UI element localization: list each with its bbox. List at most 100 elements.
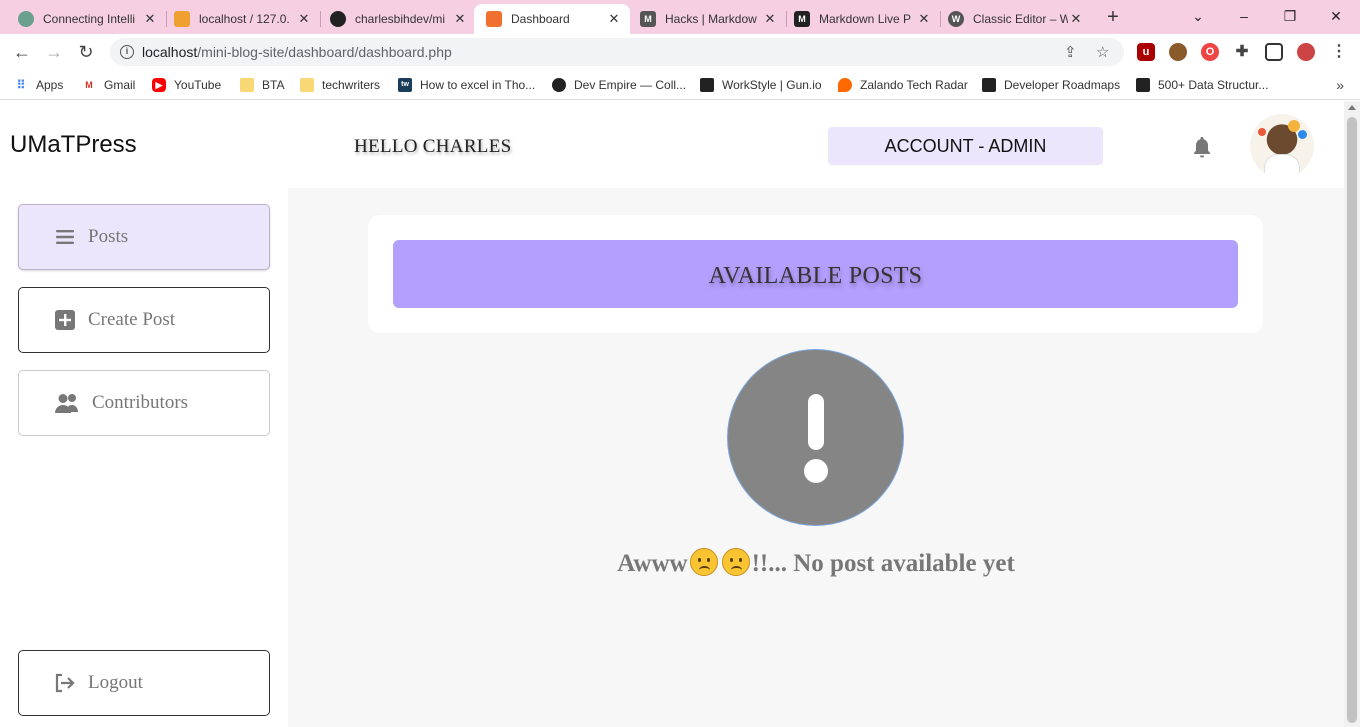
opera-icon[interactable]: O <box>1201 43 1219 61</box>
medium-icon <box>1136 78 1150 92</box>
tab-search-icon[interactable]: ⌄ <box>1178 4 1218 28</box>
bookmark-item[interactable]: M Gmail <box>82 76 135 94</box>
close-icon[interactable]: ✕ <box>296 11 312 27</box>
bookmarks-overflow-icon[interactable]: » <box>1336 77 1344 93</box>
bookmark-item[interactable]: Zalando Tech Radar <box>838 76 968 94</box>
youtube-icon: ▶ <box>152 78 166 92</box>
users-icon <box>54 392 80 414</box>
close-icon[interactable]: ✕ <box>916 11 932 27</box>
browser-tab-title: Hacks | Markdow <box>665 12 757 26</box>
exclamation-dot <box>804 459 828 483</box>
roadmap-icon <box>982 78 996 92</box>
bookmark-item[interactable]: 500+ Data Structur... <box>1136 76 1268 94</box>
xampp-icon <box>486 11 502 27</box>
bookmark-item[interactable]: ▶ YouTube <box>152 76 221 94</box>
browser-tab-title: Markdown Live P <box>819 12 912 26</box>
close-icon[interactable]: ✕ <box>762 11 778 27</box>
exclamation-bar <box>808 394 824 450</box>
cookie-icon[interactable] <box>1169 43 1187 61</box>
bookmark-item[interactable]: techwriters <box>300 76 380 94</box>
folder-icon <box>240 78 254 92</box>
bookmark-label: techwriters <box>322 78 381 92</box>
logout-label: Logout <box>88 672 143 693</box>
kebab-menu-icon[interactable]: ⋮ <box>1330 43 1348 61</box>
browser-tab[interactable]: M Markdown Live P ✕ <box>782 4 940 34</box>
account-badge: ACCOUNT - ADMIN <box>828 127 1103 165</box>
sidebar-item-contributors[interactable]: Contributors <box>18 370 270 436</box>
plus-square-icon <box>54 309 76 331</box>
greeting-text: HELLO CHARLES <box>354 136 512 157</box>
back-icon[interactable]: ← <box>10 40 34 64</box>
sidebar-item-posts[interactable]: Posts <box>18 204 270 270</box>
scroll-up-arrow-icon[interactable] <box>1348 105 1356 110</box>
close-icon[interactable]: ✕ <box>142 11 158 27</box>
bookmark-item[interactable]: tw How to excel in Tho... <box>398 76 535 94</box>
avatar-shirt <box>1264 154 1300 178</box>
scrollbar-thumb[interactable] <box>1347 117 1357 723</box>
bell-icon[interactable] <box>1191 135 1213 159</box>
share-icon[interactable]: ⇪ <box>1064 43 1077 61</box>
zalando-icon <box>838 78 852 92</box>
restore-icon[interactable]: ❐ <box>1270 4 1310 28</box>
menu-lines-icon <box>54 226 76 248</box>
url-path: /mini-blog-site/dashboard/dashboard.php <box>197 44 452 60</box>
reload-icon[interactable]: ↻ <box>74 40 98 64</box>
bookmark-item[interactable]: Developer Roadmaps <box>982 76 1120 94</box>
dashboard-page: UMaTPress HELLO CHARLES ACCOUNT - ADMIN … <box>0 101 1344 727</box>
close-icon[interactable]: ✕ <box>606 11 622 27</box>
bookmark-label: YouTube <box>174 78 222 92</box>
window-close-icon[interactable]: ✕ <box>1316 4 1356 28</box>
worried-face-icon <box>721 548 750 576</box>
avatar[interactable] <box>1250 114 1314 178</box>
sidebar-item-label: Posts <box>88 226 129 247</box>
close-icon[interactable]: ✕ <box>452 11 468 27</box>
gunio-icon <box>700 78 714 92</box>
bookmark-item[interactable]: ⠿ Apps <box>14 76 63 94</box>
side-panel-icon[interactable] <box>1265 43 1283 61</box>
bookmark-item[interactable]: Dev Empire — Coll... <box>552 76 686 94</box>
logout-button[interactable]: Logout <box>18 650 270 716</box>
worried-face-icon <box>689 548 718 576</box>
browser-tab[interactable]: localhost / 127.0. ✕ <box>162 4 320 34</box>
browser-tab[interactable]: charlesbihdev/mi ✕ <box>318 4 476 34</box>
folder-icon <box>300 78 314 92</box>
bookmark-label: How to excel in Tho... <box>420 78 536 92</box>
url-host: localhost <box>142 44 198 60</box>
forward-icon[interactable]: → <box>42 40 66 64</box>
main-content: AVAILABLE POSTS Awww !!... No post availa… <box>288 188 1344 727</box>
bookmark-label: Apps <box>36 78 64 92</box>
address-bar[interactable]: i localhost/mini-blog-site/dashboard/das… <box>110 38 1124 66</box>
close-icon[interactable]: ✕ <box>1068 11 1084 27</box>
site-info-icon[interactable]: i <box>120 45 134 59</box>
ublock-icon[interactable]: u <box>1137 43 1155 61</box>
extensions-puzzle-icon[interactable]: ✚ <box>1233 43 1251 61</box>
avatar-decoration <box>1298 130 1307 139</box>
browser-tab-active[interactable]: Dashboard ✕ <box>474 4 630 34</box>
browser-tab[interactable]: M Hacks | Markdow ✕ <box>628 4 786 34</box>
new-tab-icon[interactable]: + <box>1102 6 1124 28</box>
bookmark-item[interactable]: BTA <box>240 76 284 94</box>
exclamation-circle-icon <box>727 349 904 526</box>
profile-icon[interactable] <box>1297 43 1315 61</box>
browser-tab-title: Connecting Intelli <box>43 12 136 26</box>
bookmark-label: Dev Empire — Coll... <box>574 78 687 92</box>
bookmark-star-icon[interactable]: ☆ <box>1096 43 1109 61</box>
chatgpt-icon <box>18 11 34 27</box>
browser-tab[interactable]: W Classic Editor – W ✕ <box>936 4 1092 34</box>
bookmark-item[interactable]: WorkStyle | Gun.io <box>700 76 822 94</box>
sidebar-item-create-post[interactable]: Create Post <box>18 287 270 353</box>
browser-tab[interactable]: Connecting Intelli ✕ <box>6 4 166 34</box>
apps-grid-icon: ⠿ <box>14 78 28 92</box>
browser-tab-title: localhost / 127.0. <box>199 12 290 26</box>
available-posts-banner: AVAILABLE POSTS <box>393 240 1238 308</box>
url-text: localhost/mini-blog-site/dashboard/dashb… <box>142 44 452 60</box>
sidebar-item-label: Create Post <box>88 309 176 330</box>
minimize-icon[interactable]: – <box>1224 4 1264 28</box>
page-scrollbar[interactable] <box>1344 101 1360 727</box>
bookmark-label: Gmail <box>104 78 136 92</box>
medium-icon: M <box>794 11 810 27</box>
globe-icon <box>552 78 566 92</box>
site-logo[interactable]: UMaTPress <box>10 131 137 159</box>
gmail-icon: M <box>82 78 96 92</box>
github-icon <box>330 11 346 27</box>
